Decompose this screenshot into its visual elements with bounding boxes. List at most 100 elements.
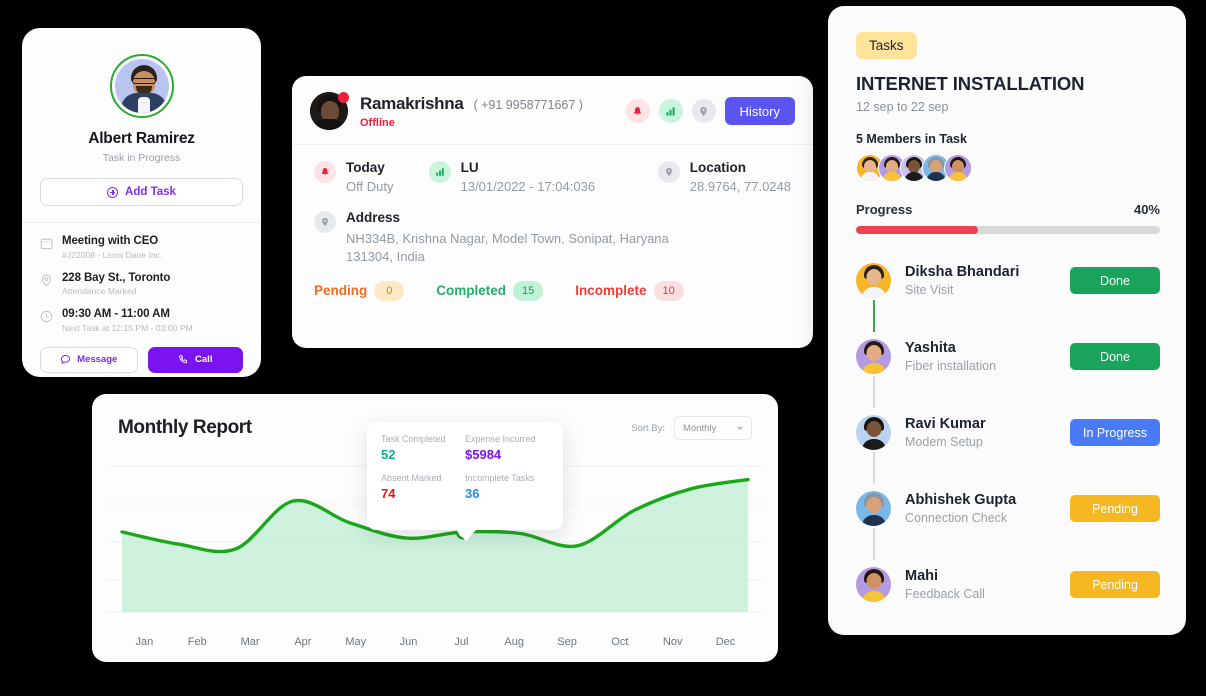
assignee-avatar[interactable] (856, 263, 891, 298)
task-info-meeting: Meeting with CEO #J22008 - Lions Dane In… (22, 223, 261, 260)
location-title: 228 Bay St., Toronto (62, 271, 171, 284)
assignee-avatar[interactable] (856, 339, 891, 374)
timeline-connector (873, 376, 875, 408)
chart-x-axis: Jan Feb Mar Apr May Jun Jul Aug Sep Oct Nov Dec (92, 636, 778, 648)
x-axis-tick: Mar (240, 636, 260, 648)
progress-bar-fill (856, 226, 978, 234)
x-axis-tick: Feb (187, 636, 207, 648)
message-label: Message (77, 354, 118, 365)
chevron-down-icon (737, 426, 743, 430)
task-assignee-row: Diksha Bhandari Site Visit Done (828, 256, 1186, 332)
task-info-location: 228 Bay St., Toronto Attendance Marked (22, 260, 261, 296)
tooltip-metrics: Task Completed 52 Expense Incurred $5984… (381, 434, 549, 512)
app-root: Albert Ramirez Task in Progress Add Task… (0, 0, 1206, 696)
assignee-avatar[interactable] (856, 491, 891, 526)
members-count-label: 5 Members in Task (856, 132, 967, 146)
call-button[interactable]: Call (147, 346, 243, 373)
x-axis-tick: Nov (662, 636, 683, 648)
chip-completed-label: Completed (436, 283, 507, 299)
task-info-time: 09:30 AM - 11:00 AM Next Task at 12:15 P… (22, 296, 261, 333)
location-pin-icon[interactable] (691, 99, 716, 123)
bar-chart-icon[interactable] (658, 99, 683, 123)
tooltip-label: Expense Incurred (465, 434, 536, 444)
progress-percent: 40% (1133, 202, 1160, 217)
agent-stats-row: Today Off Duty LU 13/01/2022 - 17:04:036 (292, 145, 813, 194)
x-axis-tick: Jun (399, 636, 418, 648)
sort-by-select[interactable]: Monthly (674, 416, 752, 440)
x-axis-tick: Dec (715, 636, 736, 648)
calendar-icon (40, 237, 53, 250)
tooltip-label: Task Completed (381, 434, 446, 444)
status-badge[interactable]: Pending (1070, 571, 1160, 598)
task-assignee-list: Diksha Bhandari Site Visit Done Yashita Fibe… (828, 256, 1186, 609)
x-axis-tick: Apr (294, 636, 312, 648)
chip-pending-label: Pending (314, 283, 368, 299)
status-badge[interactable]: Done (1070, 343, 1160, 370)
bar-chart-icon (428, 161, 451, 183)
assignee-name: Abhishek Gupta (905, 492, 1017, 508)
tasks-panel: Tasks INTERNET INSTALLATION 12 sep to 22… (828, 6, 1186, 635)
history-button[interactable]: History (724, 97, 795, 125)
profile-actions: Message Call (22, 333, 261, 373)
x-axis-tick: Sep (557, 636, 577, 648)
address-label: Address (346, 210, 401, 225)
task-subtitle: #J22008 - Lions Dane Inc. (62, 249, 163, 260)
task-assignee-row: Mahi Feedback Call Pending (828, 560, 1186, 609)
timeline-connector (873, 452, 875, 484)
status-badge[interactable]: Done (1070, 267, 1160, 294)
sort-by-value: Monthly (683, 422, 717, 434)
agent-task-chips: Pending 0 Completed 15 Incomplete 10 (292, 267, 813, 301)
add-task-button[interactable]: Add Task (40, 178, 243, 206)
tooltip-expense-incurred: Expense Incurred $5984 (465, 434, 549, 462)
tooltip-value: $5984 (465, 447, 502, 462)
stat-lu-value: 13/01/2022 - 17:04:036 (460, 179, 596, 194)
member-avatar[interactable] (944, 154, 972, 182)
stat-location-value: 28.9764, 77.0248 (689, 179, 791, 194)
task-date-range: 12 sep to 22 sep (856, 100, 949, 114)
progress-row: Progress 40% (856, 202, 1160, 217)
agent-phone: ( +91 9958771667 ) (473, 97, 583, 112)
assignee-text: Diksha Bhandari Site Visit (905, 264, 1019, 297)
status-badge[interactable]: In Progress (1070, 419, 1160, 446)
agent-header-actions: History (625, 97, 795, 125)
status-badge[interactable]: Pending (1070, 495, 1160, 522)
tooltip-value: 36 (465, 486, 480, 501)
progress-label: Progress (856, 202, 913, 217)
address-text: NH334B, Krishna Nagar, Model Town, Sonip… (346, 231, 669, 265)
tasks-badge: Tasks (856, 32, 917, 59)
bell-icon (314, 161, 336, 183)
x-axis-tick: Oct (611, 636, 629, 648)
stat-today: Today Off Duty (314, 160, 429, 194)
agent-address-block: Address NH334B, Krishna Nagar, Model Tow… (292, 194, 813, 267)
chip-incomplete-count: 10 (653, 280, 684, 301)
assignee-role: Fiber installation (905, 359, 997, 373)
profile-card: Albert Ramirez Task in Progress Add Task… (22, 28, 261, 377)
tooltip-absent-marked: Absent Marked 74 (381, 473, 465, 501)
location-pin-icon (314, 211, 336, 233)
stat-location: Location 28.9764, 77.0248 (657, 160, 791, 194)
message-button[interactable]: Message (40, 346, 138, 373)
assignee-text: Mahi Feedback Call (905, 568, 985, 601)
stat-lu: LU 13/01/2022 - 17:04:036 (428, 160, 658, 194)
add-task-label: Add Task (125, 186, 176, 198)
agent-status: Offline (360, 116, 395, 129)
avatar (114, 59, 169, 113)
tooltip-incomplete-tasks: Incomplete Tasks 36 (465, 473, 549, 501)
assignee-name: Yashita (905, 340, 956, 356)
agent-identity: Ramakrishna ( +91 9958771667 ) Offline (360, 94, 583, 129)
chart-title: Monthly Report (118, 417, 252, 438)
timeline-connector (873, 300, 875, 332)
task-assignee-row: Yashita Fiber installation Done (828, 332, 1186, 408)
tooltip-label: Incomplete Tasks (465, 473, 535, 483)
assignee-text: Ravi Kumar Modem Setup (905, 416, 986, 449)
bell-icon[interactable] (625, 99, 650, 123)
chip-pending-count: 0 (374, 280, 405, 301)
timeline-connector (873, 528, 875, 560)
assignee-avatar[interactable] (856, 415, 891, 450)
assignee-text: Yashita Fiber installation (905, 340, 996, 373)
assignee-avatar[interactable] (856, 567, 891, 602)
phone-icon (179, 355, 188, 364)
tooltip-label: Absent Marked (381, 473, 442, 483)
x-axis-tick: May (345, 636, 367, 648)
x-axis-tick: Jan (135, 636, 154, 648)
